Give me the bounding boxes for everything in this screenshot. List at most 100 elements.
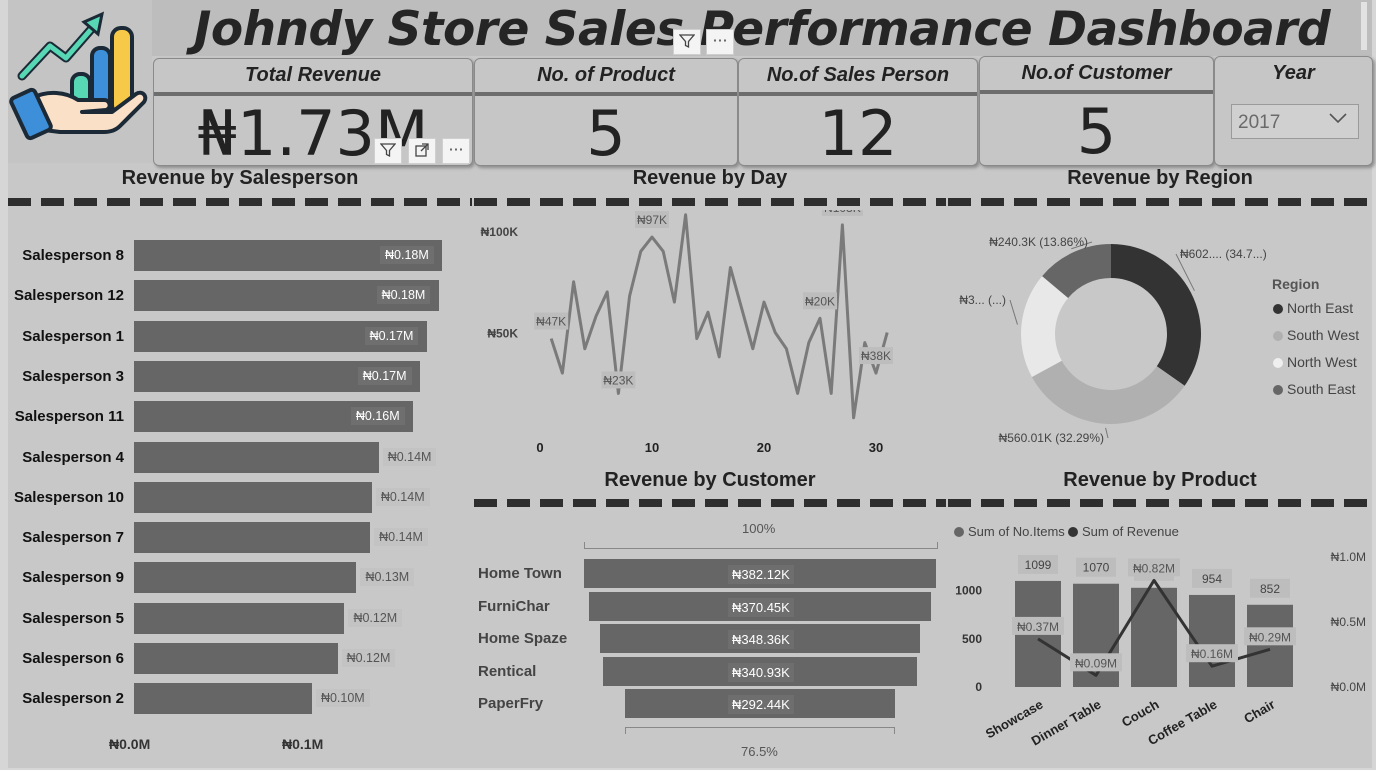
customer-chart-title: Revenue by Customer <box>604 469 816 491</box>
legend-south-west[interactable]: South West <box>1273 327 1359 343</box>
salesperson-bar[interactable] <box>134 522 371 554</box>
salesperson-bar[interactable] <box>134 481 372 513</box>
x-tick: 0 <box>536 440 543 455</box>
slice-label: ₦602.... (34.7...) <box>1180 247 1267 261</box>
funnel-top-percent: 100% <box>742 521 776 536</box>
more-options-icon[interactable]: ⋯ <box>706 29 734 55</box>
funnel-bottom-percent: 76.5% <box>741 744 778 759</box>
data-label: ₦292.44K <box>728 695 794 714</box>
line-label: ₦0.82M <box>1133 561 1175 575</box>
salesperson-label: Salesperson 3 <box>22 367 124 385</box>
line-label: ₦0.29M <box>1249 630 1291 644</box>
customer-label: Home Spaze <box>478 630 568 647</box>
salesperson-label: Salesperson 6 <box>22 650 124 667</box>
scrollbar[interactable] <box>1361 2 1367 50</box>
salesperson-label: Salesperson 7 <box>22 529 124 547</box>
legend-north-east[interactable]: North East <box>1273 300 1353 316</box>
point-label: ₦103K <box>824 210 861 215</box>
legend-north-west[interactable]: North West <box>1273 354 1357 370</box>
line-label: ₦0.16M <box>1191 647 1233 661</box>
data-label: ₦0.14M <box>374 528 428 547</box>
point-label: ₦47K <box>536 315 566 329</box>
salesperson-bar[interactable] <box>134 602 345 634</box>
more-options-icon[interactable]: ⋯ <box>442 138 470 164</box>
data-label: ₦0.18M <box>376 286 431 305</box>
y2-tick: ₦1.0M <box>1331 550 1366 564</box>
x-tick: 10 <box>645 440 659 455</box>
data-label: ₦0.14M <box>382 447 437 466</box>
salesperson-bar[interactable] <box>134 441 379 473</box>
kpi-label: No. of Product <box>475 59 737 96</box>
divider <box>474 499 946 507</box>
year-dropdown[interactable]: 2017 <box>1231 104 1359 139</box>
y-tick: 500 <box>962 632 982 646</box>
funnel-top-bracket <box>584 542 938 549</box>
legend-label: North West <box>1287 354 1357 370</box>
chevron-down-icon <box>1328 111 1348 130</box>
bar-label: 1070 <box>1083 561 1110 575</box>
legend-sum-of-no-items[interactable]: Sum of No.Items <box>954 524 1065 539</box>
legend-label: Sum of Revenue <box>1082 524 1179 539</box>
y-tick: 1000 <box>955 584 982 598</box>
filter-icon[interactable] <box>673 29 701 55</box>
salesperson-bar[interactable] <box>134 683 312 715</box>
data-label: ₦340.93K <box>728 662 794 682</box>
legend-title: Region <box>1272 276 1320 292</box>
divider <box>474 198 946 206</box>
salesperson-bar[interactable] <box>134 643 338 674</box>
data-label: ₦0.13M <box>360 568 415 587</box>
y-tick: ₦50K <box>487 327 518 341</box>
slice-label: ₦240.3K (13.86%) <box>989 235 1088 249</box>
year-label: Year <box>1272 62 1315 84</box>
x-tick: Chair <box>1241 697 1277 727</box>
salesperson-label: Salesperson 2 <box>22 690 124 708</box>
y-tick: ₦100K <box>481 225 519 239</box>
legend-dot <box>1273 385 1283 395</box>
product-combo-chart: 1099Showcase1070Dinner Table1028Couch954… <box>955 550 1366 748</box>
legend-label: South West <box>1287 327 1360 343</box>
bar-label: 1099 <box>1025 558 1052 572</box>
kpi-no-of-product: No. of Product 5 <box>474 58 738 166</box>
y-tick: 0 <box>975 680 982 694</box>
year-value: 2017 <box>1238 112 1281 133</box>
data-label: ₦0.12M <box>341 649 396 667</box>
legend-label: South East <box>1287 381 1356 397</box>
leader-line <box>1009 299 1018 325</box>
data-label: ₦0.10M <box>315 689 370 708</box>
x-tick: Couch <box>1119 697 1162 730</box>
data-label: ₦382.12K <box>728 565 794 584</box>
data-label: ₦348.36K <box>728 630 794 649</box>
customer-label: Rentical <box>478 662 537 680</box>
legend-dot <box>1273 358 1283 368</box>
divider <box>948 198 1372 206</box>
legend-label: Sum of No.Items <box>968 524 1065 539</box>
kpi-value: 12 <box>818 97 898 166</box>
logo-panel <box>8 0 152 163</box>
kpi-value: 5 <box>1076 95 1117 166</box>
x-tick: ₦0.0M <box>109 736 151 752</box>
data-label: ₦0.17M <box>357 366 412 385</box>
day-line-chart: 0102030₦50K₦100K₦47K₦23K₦97K₦108K₦20K₦10… <box>481 210 893 455</box>
salesperson-bar[interactable] <box>134 562 357 594</box>
legend-dot <box>1273 331 1283 341</box>
data-label: ₦0.14M <box>375 487 430 506</box>
legend-dot <box>954 527 964 537</box>
data-label: ₦0.17M <box>364 326 419 345</box>
year-slicer: Year 2017 <box>1214 56 1373 166</box>
point-label: ₦38K <box>861 349 891 363</box>
filter-icon[interactable] <box>374 138 402 164</box>
focus-mode-icon[interactable] <box>408 138 436 164</box>
items-bar <box>1073 583 1119 687</box>
kpi-label: No.of Customer <box>980 57 1213 94</box>
dashboard-title: Johndy Store Sales Performance Dashboard <box>193 2 1331 57</box>
data-label: ₦0.16M <box>350 407 405 426</box>
salesperson-label: Salesperson 4 <box>22 448 124 466</box>
salesperson-chart-title: Revenue by Salesperson <box>121 167 359 189</box>
legend-south-east[interactable]: South East <box>1273 381 1356 397</box>
region-chart-title: Revenue by Region <box>1067 167 1253 189</box>
legend-sum-of-revenue[interactable]: Sum of Revenue <box>1068 524 1179 539</box>
data-label: ₦0.18M <box>380 246 434 264</box>
salesperson-label: Salesperson 9 <box>22 569 124 587</box>
salesperson-label: Salesperson 10 <box>13 488 124 506</box>
title-banner: Johndy Store Sales Performance Dashboard <box>152 0 1372 57</box>
